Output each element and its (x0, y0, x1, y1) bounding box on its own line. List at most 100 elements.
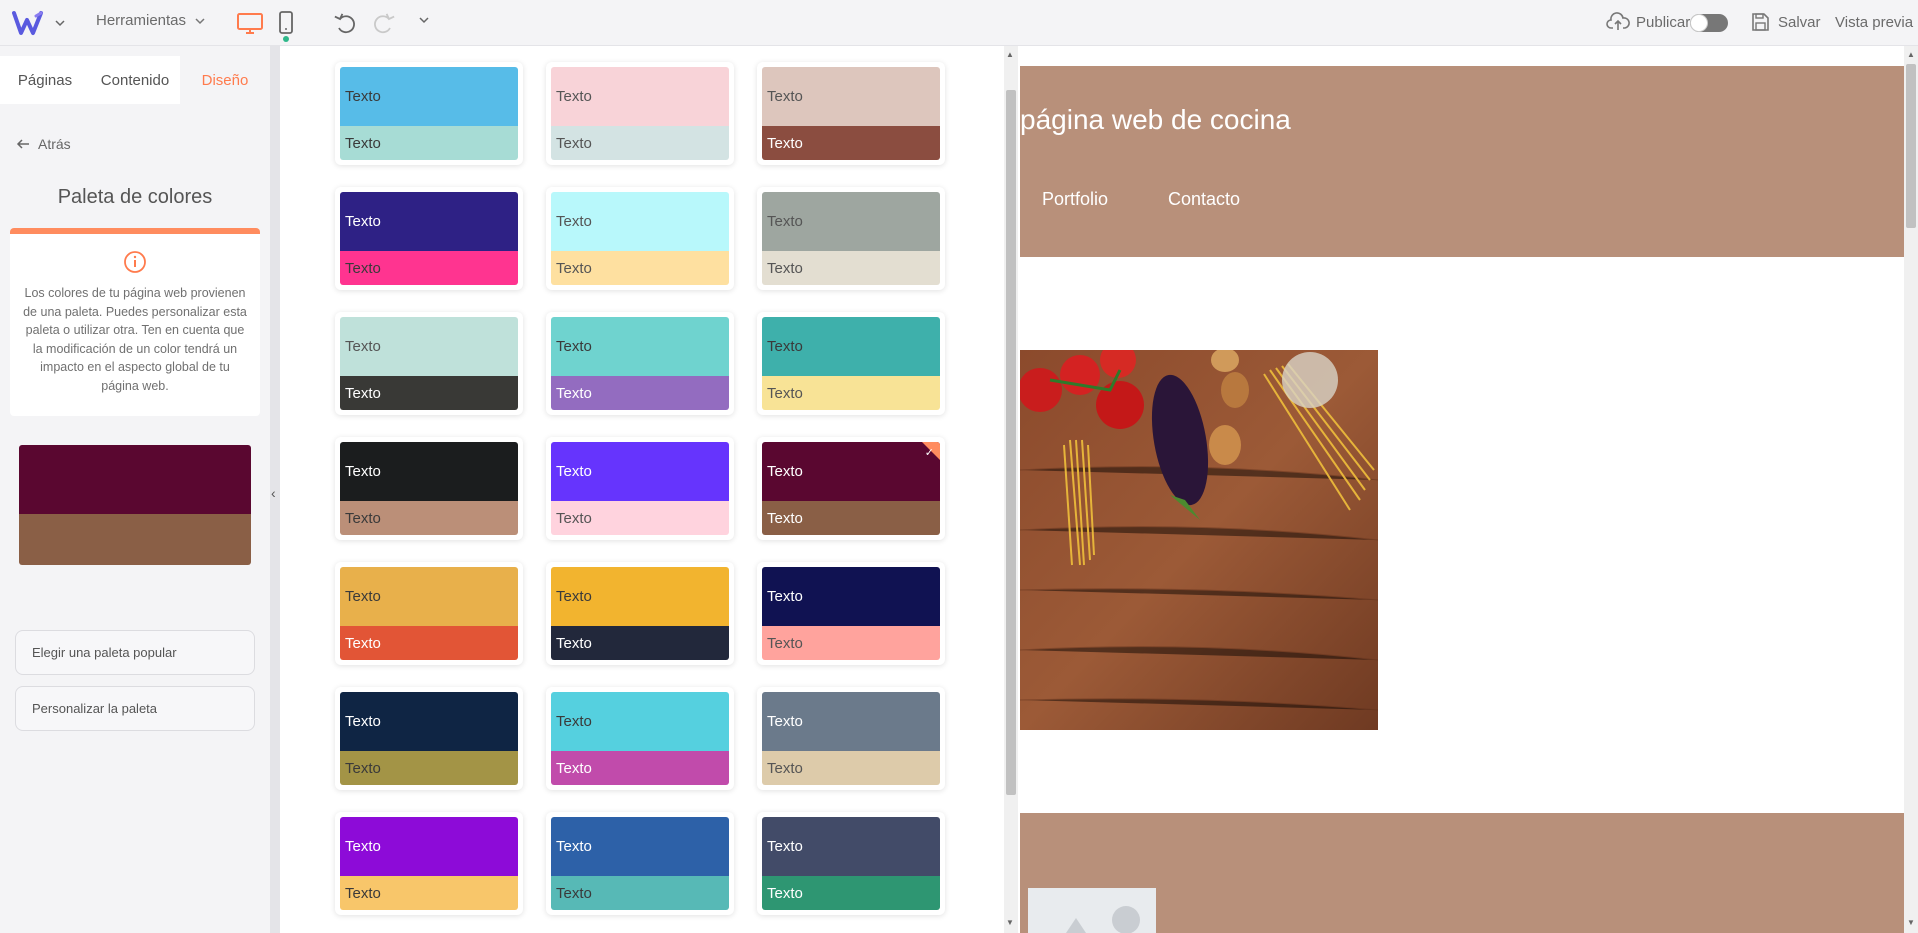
palette-swatch: Texto Texto (340, 67, 518, 160)
palette-grid-scroll-thumb[interactable] (1006, 90, 1016, 795)
palette-card[interactable]: Texto Texto (757, 312, 945, 415)
scroll-down-icon[interactable]: ▼ (1006, 918, 1014, 927)
nav-link-portfolio[interactable]: Portfolio (1042, 189, 1108, 210)
palette-secondary-sample: Texto (762, 876, 940, 910)
design-sidebar: Páginas Contenido Diseño Atrás Paleta de… (0, 46, 270, 933)
cooking-hero-image[interactable] (1020, 350, 1378, 730)
palette-card[interactable]: Texto Texto (546, 562, 734, 665)
palette-secondary-sample: Texto (762, 376, 940, 410)
palette-secondary-sample: Texto (551, 376, 729, 410)
sidebar-tabs: Páginas Contenido Diseño (0, 56, 270, 104)
palette-primary-sample: Texto (762, 192, 940, 251)
undo-button[interactable] (333, 11, 357, 35)
redo-button[interactable] (372, 11, 396, 35)
palette-primary-sample: Texto (551, 317, 729, 376)
image-placeholder[interactable] (1028, 888, 1156, 933)
customize-palette-label: Personalizar la paleta (32, 701, 158, 716)
collapse-panel-icon[interactable]: ‹ (271, 485, 276, 501)
palette-secondary-sample: Texto (762, 626, 940, 660)
scroll-up-icon[interactable]: ▲ (1907, 50, 1915, 59)
palette-primary-sample: Texto (762, 67, 940, 126)
mobile-icon (279, 11, 293, 34)
choose-popular-palette-label: Elegir una paleta popular (32, 645, 177, 660)
panel-title: Paleta de colores (57, 186, 213, 208)
palette-card[interactable]: Texto Texto (335, 62, 523, 165)
palette-primary-sample: Texto (551, 567, 729, 626)
preview-scroll-thumb[interactable] (1906, 64, 1916, 228)
palette-primary-sample: Texto (762, 692, 940, 751)
palette-swatch: Texto Texto (551, 567, 729, 660)
palette-card[interactable]: Texto Texto (757, 687, 945, 790)
palette-card[interactable]: Texto Texto (335, 687, 523, 790)
preview-button[interactable]: Vista previa (1835, 14, 1913, 31)
palette-grid: Texto Texto Texto Texto Texto Texto Texto Texto… (280, 46, 1004, 933)
palette-primary-sample: Texto (340, 692, 518, 751)
palette-card[interactable]: Texto Texto (546, 437, 734, 540)
mobile-view-button[interactable] (278, 11, 294, 35)
palette-card[interactable]: Texto Texto (546, 812, 734, 915)
palette-swatch: Texto Texto (551, 192, 729, 285)
nav-link-contacto[interactable]: Contacto (1168, 189, 1240, 210)
active-device-indicator (283, 36, 289, 42)
customize-palette-button[interactable]: Personalizar la paleta (15, 686, 255, 731)
palette-secondary-sample: Texto (340, 376, 518, 410)
palette-secondary-sample: Texto (762, 751, 940, 785)
palette-primary-sample: Texto (551, 442, 729, 501)
palette-primary-sample: Texto (762, 317, 940, 376)
palette-card[interactable]: Texto Texto (546, 187, 734, 290)
palette-secondary-sample: Texto (340, 126, 518, 160)
chevron-down-icon (195, 17, 205, 24)
palette-card[interactable]: Texto Texto (757, 187, 945, 290)
tab-content[interactable]: Contenido (90, 56, 180, 104)
palette-card[interactable]: Texto Texto (757, 812, 945, 915)
save-button[interactable]: Salvar (1750, 12, 1821, 32)
palette-swatch: Texto Texto (762, 192, 940, 285)
palette-primary-sample: Texto (340, 817, 518, 876)
palette-card[interactable]: Texto Texto (335, 437, 523, 540)
palette-card[interactable]: Texto Texto (335, 562, 523, 665)
palette-secondary-sample: Texto (551, 876, 729, 910)
palette-card[interactable]: Texto Texto (757, 562, 945, 665)
scroll-down-icon[interactable]: ▼ (1907, 918, 1915, 927)
brand-logo-menu[interactable] (12, 10, 66, 36)
palette-card[interactable]: Texto Texto ✓ (757, 437, 945, 540)
top-toolbar: Herramientas Publicar Salvar Vista previ… (0, 0, 1918, 46)
tab-pages[interactable]: Páginas (0, 56, 90, 104)
palette-card[interactable]: Texto Texto (335, 812, 523, 915)
site-title[interactable]: página web de cocina (1020, 104, 1291, 136)
palette-primary-sample: Texto (551, 67, 729, 126)
palette-primary-sample: Texto (340, 442, 518, 501)
save-label: Salvar (1778, 13, 1821, 31)
palette-swatch: Texto Texto ✓ (762, 442, 940, 535)
scroll-up-icon[interactable]: ▲ (1006, 50, 1014, 59)
palette-card[interactable]: Texto Texto (757, 62, 945, 165)
palette-swatch: Texto Texto (340, 817, 518, 910)
palette-card[interactable]: Texto Texto (546, 62, 734, 165)
palette-card[interactable]: Texto Texto (335, 187, 523, 290)
palette-secondary-sample: Texto (340, 751, 518, 785)
palette-primary-sample: Texto (340, 192, 518, 251)
palette-secondary-sample: Texto (551, 126, 729, 160)
tab-design[interactable]: Diseño (180, 56, 270, 104)
brand-logo-icon (12, 11, 43, 35)
palette-card[interactable]: Texto Texto (546, 312, 734, 415)
publish-button[interactable]: Publicar (1606, 12, 1690, 32)
site-header: página web de cocina Portfolio Contacto (1020, 66, 1904, 257)
back-link[interactable]: Atrás (16, 136, 71, 152)
palette-swatch: Texto Texto (340, 192, 518, 285)
history-menu-button[interactable] (418, 14, 430, 26)
choose-popular-palette-button[interactable]: Elegir una paleta popular (15, 630, 255, 675)
desktop-view-button[interactable] (236, 12, 264, 34)
palette-swatch: Texto Texto (762, 692, 940, 785)
palette-swatch: Texto Texto (340, 692, 518, 785)
palette-swatch: Texto Texto (551, 442, 729, 535)
tools-menu-label: Herramientas (96, 12, 187, 29)
palette-secondary-sample: Texto (762, 251, 940, 285)
info-card: Los colores de tu página web provienen d… (10, 228, 260, 416)
palette-secondary-sample: Texto (551, 751, 729, 785)
palette-secondary-sample: Texto (340, 876, 518, 910)
desktop-icon (237, 13, 263, 34)
tools-menu[interactable]: Herramientas (96, 12, 206, 29)
palette-card[interactable]: Texto Texto (335, 312, 523, 415)
palette-card[interactable]: Texto Texto (546, 687, 734, 790)
